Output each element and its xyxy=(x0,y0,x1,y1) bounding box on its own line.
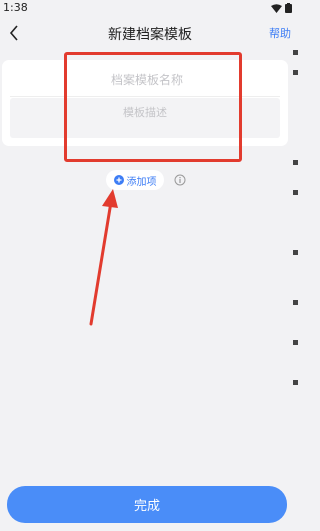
wifi-icon xyxy=(271,3,282,13)
add-item-label: 添加项 xyxy=(126,176,157,188)
template-description-input[interactable] xyxy=(10,98,280,138)
help-link[interactable]: 帮助 xyxy=(269,25,291,41)
add-item-button[interactable]: 添加项 xyxy=(106,170,164,190)
template-name-input[interactable] xyxy=(10,66,284,94)
page-title: 新建档案模板 xyxy=(108,27,192,43)
status-time: 1:38 xyxy=(3,1,28,14)
template-form-card xyxy=(2,60,288,146)
annotation-arrow xyxy=(89,189,118,326)
divider xyxy=(10,96,280,97)
plus-circle-icon xyxy=(113,175,124,185)
battery-icon xyxy=(285,3,292,13)
done-button[interactable]: 完成 xyxy=(7,486,287,523)
status-bar: 1:38 xyxy=(0,0,300,16)
status-icons xyxy=(271,3,292,13)
info-icon[interactable] xyxy=(174,174,186,186)
edge-text-fragments xyxy=(292,40,300,440)
nav-bar: 新建档案模板 帮助 xyxy=(0,18,300,48)
